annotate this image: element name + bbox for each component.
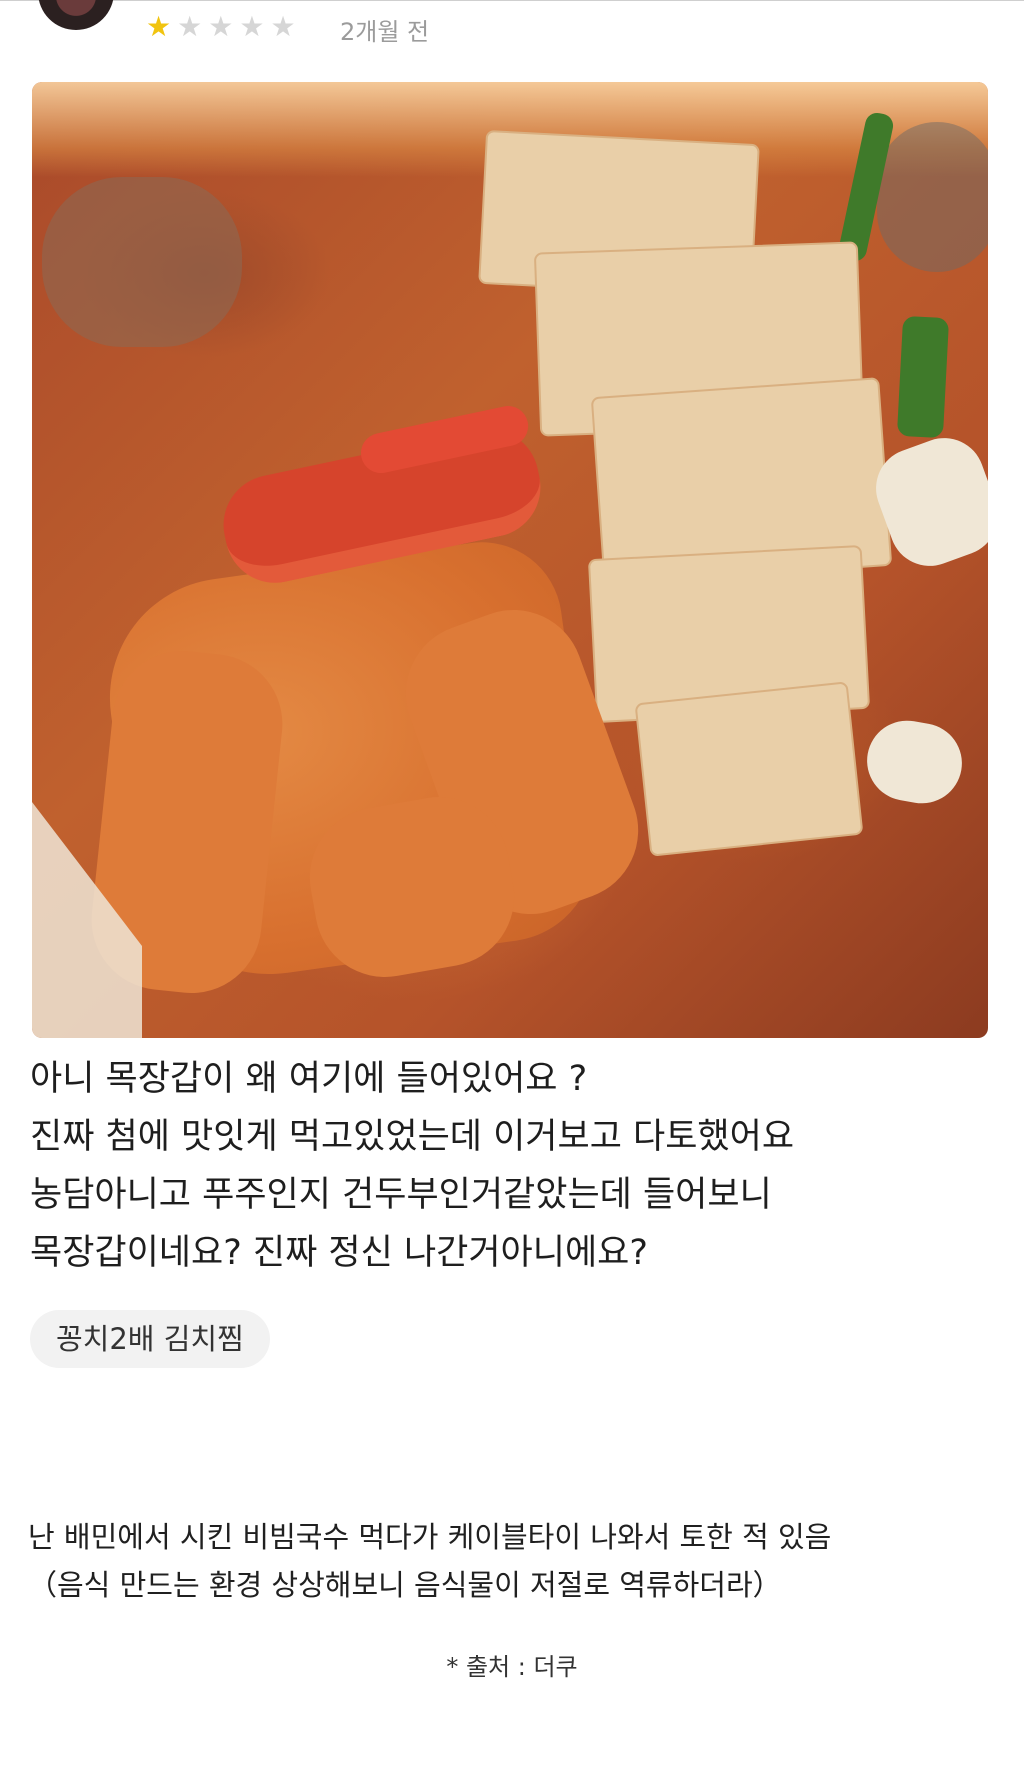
comment-line: （음식 만드는 환경 상상해보니 음식물이 저절로 역류하더라）	[28, 1568, 782, 1602]
star-empty-icon: ★	[177, 10, 203, 43]
green-pepper	[896, 315, 950, 439]
review-text: 아니 목장갑이 왜 여기에 들어있어요 ? 진짜 첨에 맛잇게 먹고있었는데 이…	[30, 1050, 990, 1282]
review-line: 농담아니고 푸주인지 건두부인거같았는데 들어보니	[30, 1175, 772, 1215]
menu-tag[interactable]: 꽁치2배 김치찜	[30, 1310, 270, 1368]
review-photo[interactable]	[32, 82, 988, 1038]
star-empty-icon: ★	[270, 10, 296, 43]
review-line: 목장갑이네요? 진짜 정신 나간거아니에요?	[30, 1233, 648, 1273]
comment-line: 난 배민에서 시킨 비빔국수 먹다가 케이블타이 나와서 토한 적 있음	[28, 1520, 832, 1554]
fish-piece	[42, 177, 242, 347]
star-empty-icon: ★	[239, 10, 265, 43]
comment-text: 난 배민에서 시킨 비빔국수 먹다가 케이블타이 나와서 토한 적 있음 （음식…	[28, 1513, 1008, 1609]
fish-piece	[877, 122, 988, 272]
star-empty-icon: ★	[208, 10, 234, 43]
tofu-slice	[634, 681, 864, 857]
review-line: 진짜 첨에 맛잇게 먹고있었는데 이거보고 다토했어요	[30, 1117, 795, 1157]
reviewer-avatar[interactable]	[38, 0, 114, 30]
review-line: 아니 목장갑이 왜 여기에 들어있어요 ?	[30, 1059, 588, 1099]
kimchi-piece	[860, 714, 969, 810]
star-filled-icon: ★	[146, 10, 172, 43]
star-rating: ★ ★ ★ ★ ★	[146, 10, 296, 43]
review-time: 2개월 전	[340, 18, 430, 46]
source-credit: * 출처 : 더쿠	[446, 1653, 578, 1681]
top-divider	[0, 0, 1024, 1]
